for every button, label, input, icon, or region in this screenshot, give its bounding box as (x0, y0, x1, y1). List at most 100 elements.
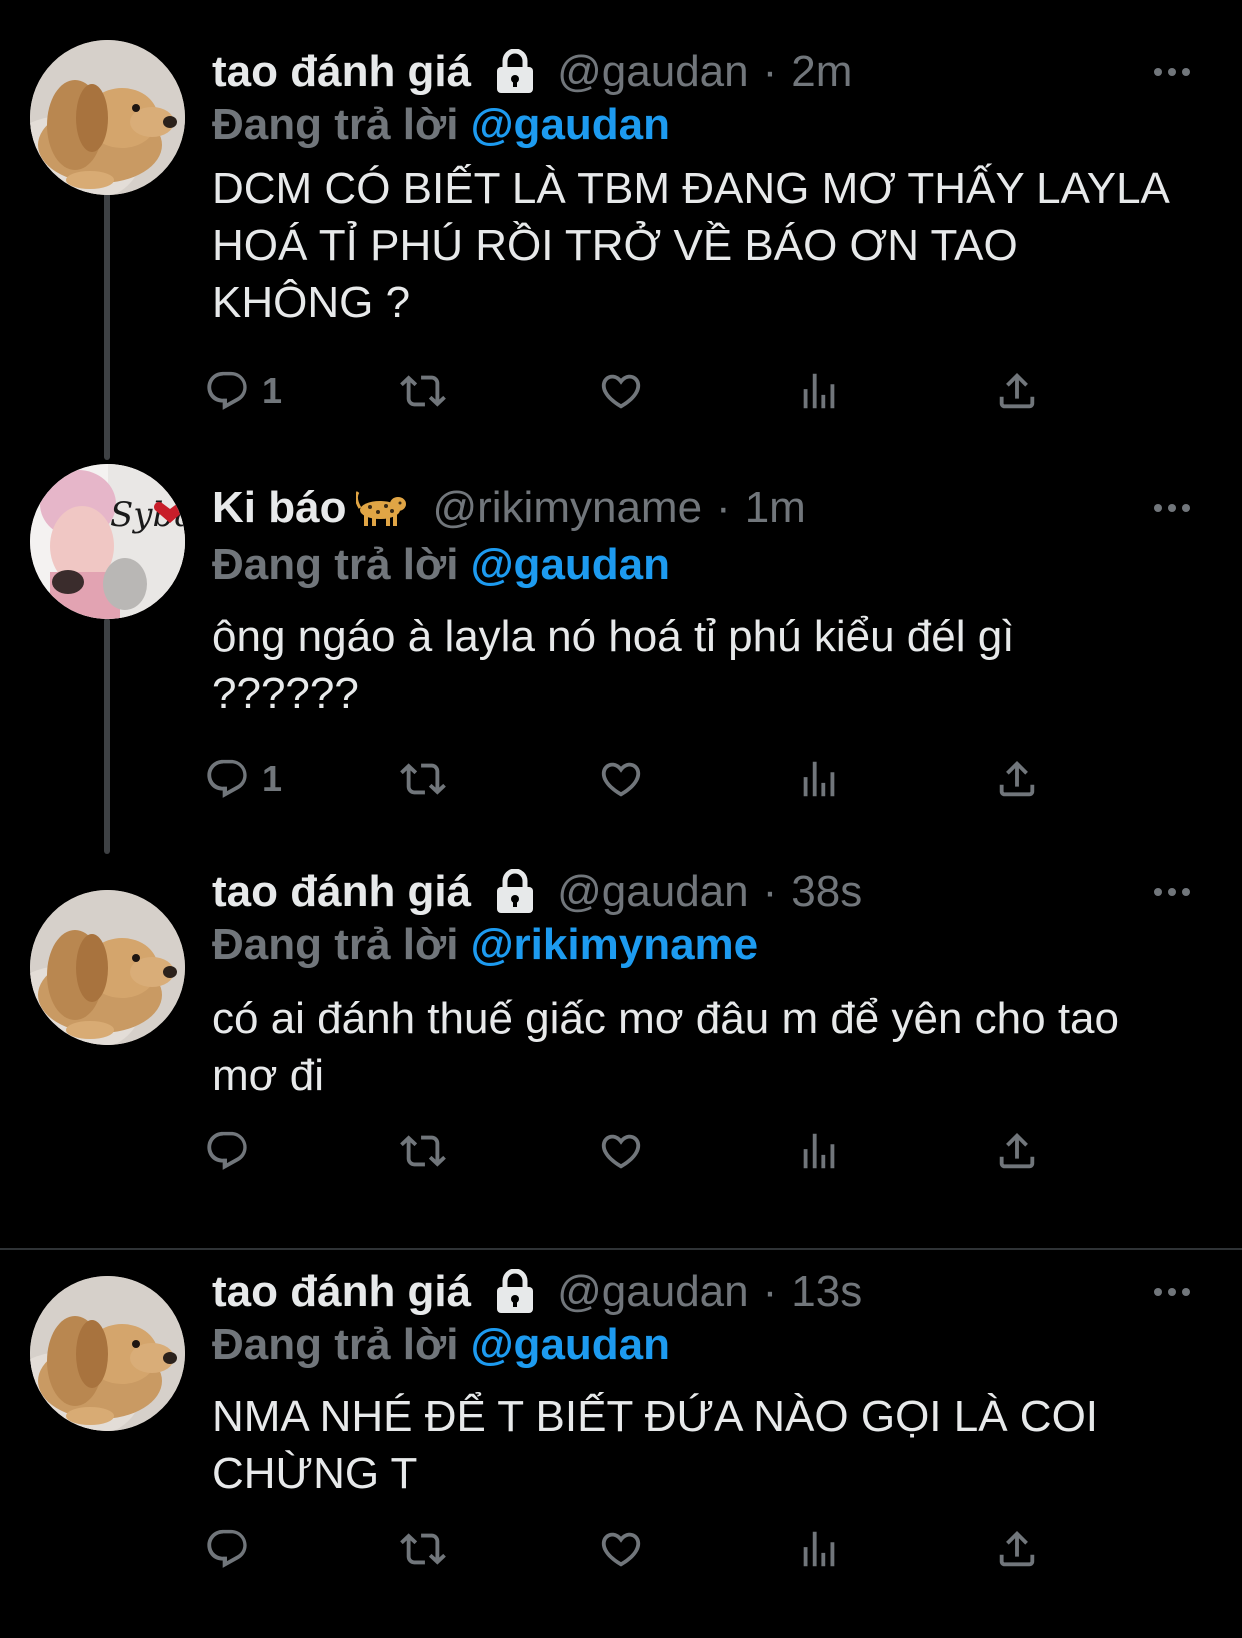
tweet[interactable]: tao đánh giá @gaudan · 13s Đang trả lời … (0, 1250, 1242, 1638)
display-name[interactable]: tao đánh giá (212, 867, 471, 917)
avatar[interactable] (30, 1276, 185, 1431)
separator-dot: · (716, 483, 731, 532)
views-icon (796, 1128, 842, 1174)
reply-count: 1 (262, 370, 283, 411)
lock-icon (495, 49, 535, 95)
share-icon (994, 1526, 1040, 1572)
display-name[interactable]: tao đánh giá (212, 1267, 471, 1317)
timestamp[interactable]: 2m (791, 47, 852, 97)
retweet-icon (400, 368, 446, 414)
reply-button[interactable]: 1 (204, 754, 282, 804)
like-icon (598, 1128, 644, 1174)
tweet-text: DCM CÓ BIẾT LÀ TBM ĐANG MƠ THẤY LAYLA HO… (212, 164, 1168, 327)
views-icon (796, 368, 842, 414)
tweet-actions (212, 1524, 1092, 1574)
share-icon (994, 1128, 1040, 1174)
share-button[interactable] (994, 1524, 1040, 1574)
reply-mention-link[interactable]: @gaudan (471, 1320, 670, 1369)
share-button[interactable] (994, 366, 1040, 416)
tweet-actions: 1 (212, 366, 1092, 416)
tweet-actions: 1 (212, 754, 1092, 804)
replying-to: Đang trả lời @gaudan (212, 540, 670, 590)
views-icon (796, 1526, 842, 1572)
like-icon (598, 368, 644, 414)
reply-mention-link[interactable]: @gaudan (471, 100, 670, 149)
tweet-header: tao đánh giá @gaudan · 13s (212, 1262, 862, 1322)
retweet-button[interactable] (400, 1126, 446, 1176)
tweet-header: tao đánh giá @gaudan · 38s (212, 862, 862, 922)
reply-mention-link[interactable]: @rikimyname (471, 920, 758, 969)
share-button[interactable] (994, 1126, 1040, 1176)
tweet[interactable]: tao đánh giá @gaudan · 2m Đang trả lời @… (0, 0, 1242, 440)
avatar[interactable] (30, 464, 185, 619)
tweet-text: có ai đánh thuế giấc mơ đâu m để yên cho… (212, 994, 1119, 1100)
views-button[interactable] (796, 1524, 842, 1574)
reply-icon (204, 368, 250, 414)
reply-mention-link[interactable]: @gaudan (471, 540, 670, 589)
lock-icon (495, 1269, 535, 1315)
retweet-button[interactable] (400, 1524, 446, 1574)
like-button[interactable] (598, 1126, 644, 1176)
reply-count: 1 (262, 758, 283, 799)
dog-avatar-image (30, 1276, 185, 1431)
reply-icon (204, 1128, 250, 1174)
display-name[interactable]: Ki báo (212, 483, 346, 533)
reply-button[interactable] (204, 1126, 262, 1176)
reply-prefix: Đang trả lời (212, 100, 471, 149)
retweet-icon (400, 756, 446, 802)
more-options-icon[interactable] (1152, 1272, 1192, 1312)
retweet-button[interactable] (400, 366, 446, 416)
timestamp[interactable]: 1m (745, 483, 806, 533)
leopard-emoji (356, 491, 407, 526)
tweet[interactable]: tao đánh giá @gaudan · 38s Đang trả lời … (0, 850, 1242, 1250)
views-button[interactable] (796, 366, 842, 416)
views-icon (796, 756, 842, 802)
like-button[interactable] (598, 366, 644, 416)
reply-button[interactable] (204, 1524, 262, 1574)
separator-dot: · (762, 47, 778, 96)
username[interactable]: @gaudan (557, 867, 749, 917)
username[interactable]: @gaudan (557, 47, 749, 97)
avatar[interactable] (30, 890, 185, 1045)
replying-to: Đang trả lời @rikimyname (212, 920, 758, 970)
lock-icon (495, 869, 535, 915)
more-options-icon[interactable] (1152, 52, 1192, 92)
like-button[interactable] (598, 1524, 644, 1574)
like-button[interactable] (598, 754, 644, 804)
separator-dot: · (762, 867, 778, 916)
reply-prefix: Đang trả lời (212, 920, 471, 969)
reply-icon (204, 1526, 250, 1572)
replying-to: Đang trả lời @gaudan (212, 1320, 670, 1370)
more-options-icon[interactable] (1152, 872, 1192, 912)
dog-avatar-image (30, 40, 185, 195)
timestamp[interactable]: 38s (791, 867, 862, 917)
share-icon (994, 368, 1040, 414)
retweet-icon (400, 1128, 446, 1174)
display-name[interactable]: tao đánh giá (212, 47, 471, 97)
reply-icon (204, 756, 250, 802)
tweet-text: NMA NHÉ ĐỂ T BIẾT ĐỨA NÀO GỌI LÀ COI CHỪ… (212, 1392, 1099, 1498)
views-button[interactable] (796, 754, 842, 804)
avatar[interactable] (30, 40, 185, 195)
tweet-header: Ki báo @rikimyname · 1m (212, 478, 806, 538)
tweet-header: tao đánh giá @gaudan · 2m (212, 42, 852, 102)
tweet-text: ông ngáo à layla nó hoá tỉ phú kiểu đél … (212, 612, 1015, 718)
retweet-button[interactable] (400, 754, 446, 804)
replying-to: Đang trả lời @gaudan (212, 100, 670, 150)
share-icon (994, 756, 1040, 802)
share-button[interactable] (994, 754, 1040, 804)
username[interactable]: @gaudan (557, 1267, 749, 1317)
separator-dot: · (762, 1267, 778, 1316)
views-button[interactable] (796, 1126, 842, 1176)
tweet[interactable]: Ki báo @rikimyname · 1m Đang trả lời @ga… (0, 440, 1242, 850)
like-icon (598, 756, 644, 802)
more-options-icon[interactable] (1152, 488, 1192, 528)
timestamp[interactable]: 13s (791, 1267, 862, 1317)
reply-button[interactable]: 1 (204, 366, 282, 416)
reply-prefix: Đang trả lời (212, 1320, 471, 1369)
reply-prefix: Đang trả lời (212, 540, 471, 589)
person-avatar-image (30, 464, 185, 619)
username[interactable]: @rikimyname (432, 483, 702, 533)
retweet-icon (400, 1526, 446, 1572)
dog-avatar-image (30, 890, 185, 1045)
